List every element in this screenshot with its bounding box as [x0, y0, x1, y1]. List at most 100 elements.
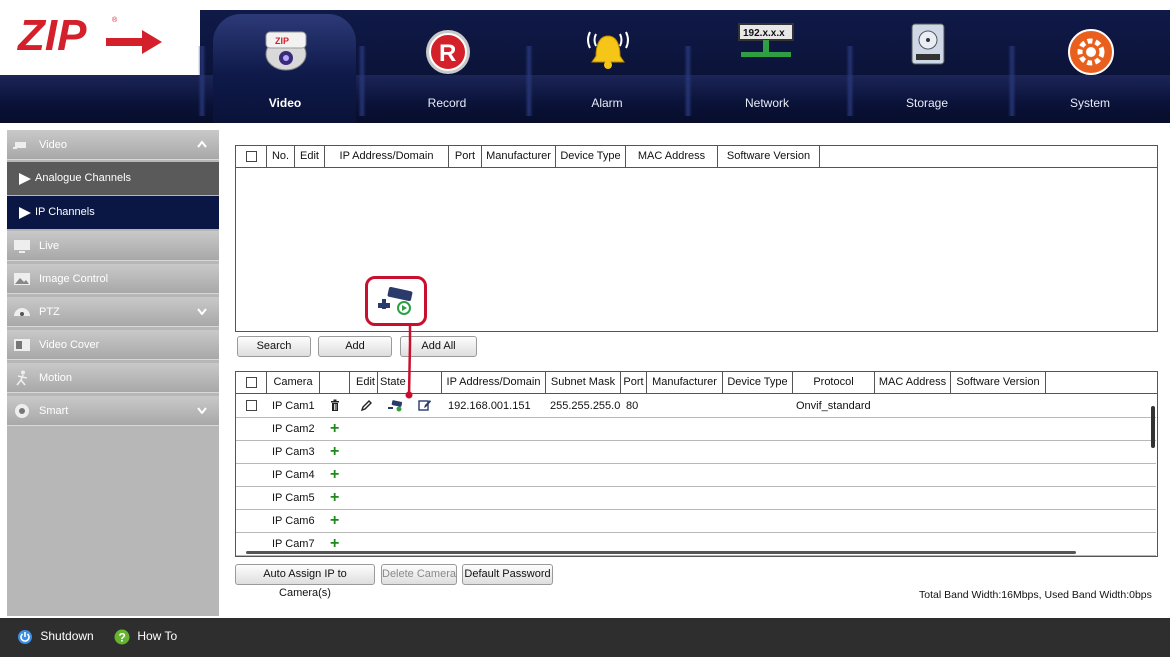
vertical-scrollbar[interactable]	[1150, 396, 1156, 546]
nav-alarm[interactable]: Alarm	[537, 16, 677, 116]
select-all-checkbox[interactable]	[245, 150, 257, 162]
nav-network[interactable]: 192.x.x.x Network	[697, 16, 837, 116]
bandwidth-status: Total Band Width:16Mbps, Used Band Width…	[919, 589, 1152, 601]
camera-name: IP Cam1	[272, 400, 315, 412]
add-camera-plus-icon[interactable]: +	[330, 421, 339, 437]
select-all-checkbox[interactable]	[245, 376, 257, 388]
motion-icon	[16, 370, 28, 386]
zip-logo: ZIP ®	[16, 12, 162, 57]
delete-camera-button[interactable]: Delete Camera	[381, 564, 457, 585]
sidebar-item-label: Live	[39, 240, 60, 252]
nav-label: Alarm	[591, 96, 623, 110]
howto-label: How To	[137, 629, 178, 644]
search-button[interactable]: Search	[237, 336, 311, 357]
scrollbar-thumb[interactable]	[1151, 406, 1155, 448]
sidebar-item-video[interactable]: Video	[7, 130, 219, 160]
default-password-button[interactable]: Default Password	[462, 564, 553, 585]
sidebar-item-analogue-channels[interactable]: Analogue Channels	[7, 162, 219, 195]
nav-label: Network	[744, 96, 789, 110]
sidebar-item-ptz[interactable]: PTZ	[7, 297, 219, 327]
nav-storage[interactable]: Storage	[857, 16, 997, 116]
camera-name: IP Cam2	[272, 423, 315, 435]
sidebar-item-label: Smart	[39, 405, 69, 417]
footer-bar: Shutdown ? How To	[0, 618, 1170, 657]
camera-table: Camera Edit State IP Address/Domain Subn…	[235, 371, 1158, 557]
table-row[interactable]: IP Cam5 +	[236, 487, 1156, 510]
trash-icon[interactable]	[330, 399, 340, 412]
alarm-bell-icon	[587, 31, 629, 69]
nav-separator	[1008, 46, 1016, 116]
select-all-cell	[236, 146, 267, 167]
sidebar-item-label: IP Channels	[35, 206, 95, 218]
scrollbar-thumb[interactable]	[246, 551, 1076, 554]
nav-separator	[846, 46, 854, 116]
chevron-down-icon	[197, 407, 207, 414]
column-header: MAC Address	[626, 146, 718, 167]
monitor-icon	[14, 240, 30, 253]
subnet-mask: 255.255.255.0	[550, 400, 621, 412]
column-header: Manufacturer	[482, 146, 556, 167]
sidebar-item-label: PTZ	[39, 306, 60, 318]
add-camera-plus-icon[interactable]: +	[330, 444, 339, 460]
table-row[interactable]: IP Cam4 +	[236, 464, 1156, 487]
camera-state-icon	[388, 400, 403, 412]
network-badge: 192.x.x.x	[743, 28, 785, 39]
nav-label: System	[1069, 96, 1110, 110]
column-header: MAC Address	[875, 372, 951, 393]
nav-system[interactable]: System	[1020, 16, 1160, 116]
camera-name: IP Cam6	[272, 515, 315, 527]
ip-address: 192.168.001.151	[448, 400, 531, 412]
chevron-up-icon	[197, 140, 207, 148]
record-icon: R	[426, 30, 470, 74]
table-row[interactable]: IP Cam1 192.168.001.151 255.255.255.0 80…	[236, 395, 1156, 418]
sidebar-item-label: Video Cover	[39, 339, 100, 351]
sidebar-item-motion[interactable]: Motion	[7, 363, 219, 393]
sidebar-item-video-cover[interactable]: Video Cover	[7, 330, 219, 360]
table-row[interactable]: IP Cam3 +	[236, 441, 1156, 464]
svg-text:®: ®	[112, 16, 118, 24]
shutdown-button[interactable]: Shutdown	[17, 629, 94, 645]
nav-video[interactable]: ZIP Video	[215, 16, 355, 116]
ptz-icon	[14, 308, 30, 316]
auto-assign-ip-button[interactable]: Auto Assign IP to Camera(s)	[235, 564, 375, 599]
sidebar-item-smart[interactable]: Smart	[7, 396, 219, 426]
column-header: Subnet Mask	[546, 372, 621, 393]
system-gear-icon	[1068, 29, 1114, 75]
sidebar-item-ip-channels[interactable]: IP Channels	[7, 196, 219, 229]
svg-text:?: ?	[119, 631, 126, 645]
edit-pencil-icon[interactable]	[360, 399, 372, 412]
column-header: IP Address/Domain	[325, 146, 449, 167]
nav-label: Storage	[905, 96, 949, 110]
horizontal-scrollbar[interactable]	[238, 549, 1148, 555]
smart-icon	[15, 404, 29, 418]
sidebar-item-live[interactable]: Live	[7, 231, 219, 261]
help-icon: ?	[114, 629, 130, 645]
port: 80	[626, 400, 639, 412]
table-row[interactable]: IP Cam2 +	[236, 418, 1156, 441]
column-header: Edit	[350, 372, 378, 393]
row-checkbox[interactable]	[246, 400, 257, 411]
callout-pointer-line	[405, 324, 413, 399]
camera-name: IP Cam4	[272, 469, 315, 481]
column-header: Software Version	[951, 372, 1046, 393]
nav-separator	[525, 46, 533, 116]
nav-separator	[198, 46, 206, 116]
video-cover-icon	[14, 339, 30, 351]
sidebar-item-label: Motion	[39, 372, 73, 384]
sidebar-item-image-control[interactable]: Image Control	[7, 264, 219, 294]
configure-icon[interactable]	[418, 399, 432, 412]
add-button[interactable]: Add	[318, 336, 392, 357]
power-icon	[18, 630, 32, 644]
storage-hdd-icon	[911, 23, 945, 65]
howto-button[interactable]: ? How To	[114, 629, 177, 645]
add-camera-plus-icon[interactable]: +	[330, 467, 339, 483]
shutdown-label: Shutdown	[40, 629, 94, 644]
add-camera-plus-icon[interactable]: +	[330, 513, 339, 529]
camera-icon	[13, 142, 26, 149]
add-camera-plus-icon[interactable]: +	[330, 490, 339, 506]
nav-record[interactable]: R Record	[377, 16, 517, 116]
column-header: Manufacturer	[647, 372, 723, 393]
table-row[interactable]: IP Cam6 +	[236, 510, 1156, 533]
column-header: No.	[267, 146, 295, 167]
camera-state-icon	[378, 287, 413, 315]
